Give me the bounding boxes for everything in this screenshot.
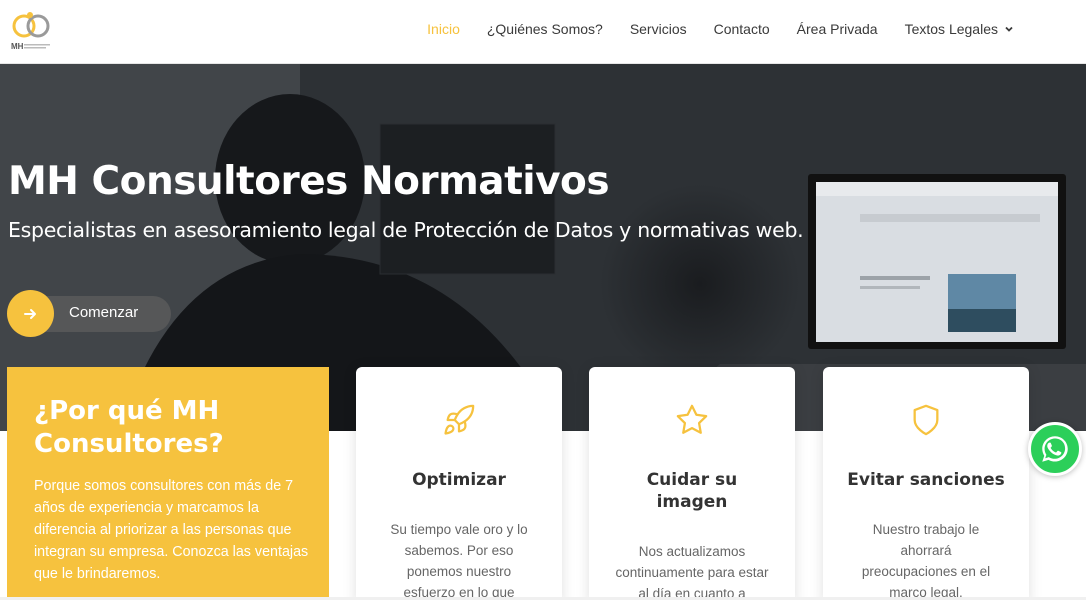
mh-logo-icon[interactable]: MH — [8, 8, 54, 54]
nav-item-quienes-somos[interactable]: ¿Quiénes Somos? — [487, 21, 603, 37]
arrow-right-icon — [7, 290, 54, 337]
hero-subtitle: Especialistas en asesoramiento legal de … — [8, 218, 804, 242]
card-title: Cuidar su imagen — [646, 470, 738, 512]
feature-card-cuidar-imagen: Cuidar su imagen Nos actualizamos contin… — [589, 367, 795, 600]
why-mh-panel: ¿Por qué MH Consultores? Porque somos co… — [7, 367, 329, 600]
cta-label: Comenzar — [69, 304, 139, 321]
rocket-icon — [356, 403, 562, 437]
nav-item-area-privada[interactable]: Área Privada — [797, 21, 878, 37]
star-icon — [589, 403, 795, 437]
card-text: Nuestro trabajo le ahorrará preocupacion… — [861, 522, 991, 600]
nav-item-inicio[interactable]: Inicio — [427, 21, 460, 37]
main-nav: Inicio ¿Quiénes Somos? Servicios Contact… — [427, 0, 1014, 58]
card-title: Optimizar — [412, 470, 506, 490]
nav-item-contacto[interactable]: Contacto — [714, 21, 770, 37]
feature-card-evitar-sanciones: Evitar sanciones Nuestro trabajo le ahor… — [823, 367, 1029, 600]
shield-icon — [823, 403, 1029, 437]
why-text: Porque somos consultores con más de 7 añ… — [34, 478, 309, 582]
nav-item-servicios[interactable]: Servicios — [630, 21, 687, 37]
nav-item-textos-legales[interactable]: Textos Legales — [905, 21, 1014, 37]
comenzar-button[interactable]: Comenzar — [7, 290, 171, 337]
logo-text: MH — [11, 42, 24, 51]
chevron-down-icon — [1005, 26, 1013, 32]
why-title: ¿Por qué MH Consultores? — [34, 396, 224, 459]
card-text: Su tiempo vale oro y lo sabemos. Por eso… — [390, 522, 528, 600]
card-title: Evitar sanciones — [847, 470, 1005, 490]
card-text: Nos actualizamos continuamente para esta… — [615, 544, 769, 600]
whatsapp-icon[interactable] — [1028, 422, 1082, 476]
site-header: MH Inicio ¿Quiénes Somos? Servicios Cont… — [0, 0, 1086, 64]
hero-title: MH Consultores Normativos — [8, 159, 610, 204]
feature-card-optimizar: Optimizar Su tiempo vale oro y lo sabemo… — [356, 367, 562, 600]
